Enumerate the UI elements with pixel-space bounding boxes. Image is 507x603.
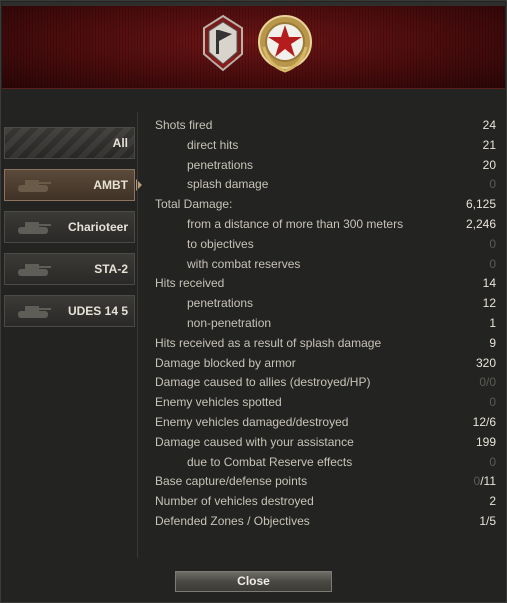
battle-results-window: All AMBT Charioteer STA-2 UDES 14 5 Shot…: [0, 0, 507, 603]
stat-label: Damage caused with your assistance: [155, 434, 354, 449]
divider: [137, 112, 138, 558]
sidebar-item-ambt[interactable]: AMBT: [4, 169, 142, 201]
sidebar-item-label: STA-2: [94, 262, 128, 276]
stat-value: 12: [482, 296, 496, 311]
stat-row: Damage caused to allies (destroyed/HP) 0/…: [155, 373, 496, 393]
stat-label: Defended Zones / Objectives: [155, 513, 310, 528]
stat-value: 199: [475, 434, 496, 449]
sidebar-item-label: UDES 14 5: [67, 304, 128, 318]
stat-value: 12/6: [472, 414, 496, 429]
stat-value: 14: [482, 276, 496, 291]
sidebar-item-all[interactable]: All: [4, 127, 135, 159]
stat-value: 0: [489, 177, 496, 192]
stat-value: 0: [489, 454, 496, 469]
shield-flag-badge-icon[interactable]: [198, 14, 248, 74]
stat-value: 21: [482, 137, 496, 152]
stat-value: 24: [482, 118, 496, 132]
stat-label: with combat reserves: [187, 256, 301, 271]
stats-table: Shots fired 24 direct hits 21 penetrations 20…: [155, 116, 496, 532]
stat-row: Total Damage: 6,125: [155, 195, 496, 215]
stat-value: 320: [475, 355, 496, 370]
stat-row: Base capture/defense points 0/11: [155, 472, 496, 492]
tank-icon: [15, 217, 53, 237]
stat-row: non-penetration 1: [155, 314, 496, 334]
stat-row: from a distance of more than 300 meters 2…: [155, 215, 496, 235]
sidebar-item-udes-14-5[interactable]: UDES 14 5: [4, 295, 135, 327]
close-button[interactable]: Close: [175, 571, 332, 592]
stat-label: Damage blocked by armor: [155, 355, 296, 370]
stat-label: Damage caused to allies (destroyed/HP): [155, 375, 371, 390]
stat-label: Enemy vehicles damaged/destroyed: [155, 414, 349, 429]
stat-row: to objectives 0: [155, 235, 496, 255]
stat-value: 0: [489, 256, 496, 271]
stat-label: Hits received as a result of splash dama…: [155, 335, 382, 350]
stat-label: penetrations: [187, 296, 254, 311]
tank-icon: [15, 175, 53, 195]
header-banner: [2, 2, 505, 89]
stat-row: penetrations 20: [155, 156, 496, 176]
stat-value: 1: [489, 315, 496, 330]
stat-value: 20: [482, 157, 496, 172]
stat-row: Enemy vehicles spotted 0: [155, 393, 496, 413]
stat-row: Shots fired 24: [155, 116, 496, 136]
stat-value: 1/5: [479, 513, 496, 528]
stat-label: Number of vehicles destroyed: [155, 494, 314, 509]
stat-value: 9: [489, 335, 496, 350]
stat-row: Defended Zones / Objectives 1/5: [155, 512, 496, 532]
sidebar-item-charioteer[interactable]: Charioteer: [4, 211, 135, 243]
stat-value: 2: [489, 494, 496, 509]
stat-row: penetrations 12: [155, 294, 496, 314]
vehicle-sidebar: All AMBT Charioteer STA-2 UDES 14 5: [4, 127, 142, 337]
stat-value: 6,125: [465, 197, 496, 212]
stat-label: due to Combat Reserve effects: [187, 454, 353, 469]
stat-label: Hits received: [155, 276, 225, 291]
stat-value: 2,246: [465, 216, 496, 231]
stat-label: penetrations: [187, 157, 254, 172]
stat-value: 0: [489, 395, 496, 410]
stat-row: Enemy vehicles damaged/destroyed 12/6: [155, 413, 496, 433]
stat-row: Hits received as a result of splash dama…: [155, 334, 496, 354]
stat-label: non-penetration: [187, 315, 272, 330]
stat-value: 0/11: [473, 474, 496, 489]
stat-label: Base capture/defense points: [155, 474, 308, 489]
stat-row: with combat reserves 0: [155, 255, 496, 275]
stat-label: splash damage: [187, 177, 269, 192]
stat-label: Enemy vehicles spotted: [155, 395, 282, 410]
tank-icon: [15, 259, 53, 279]
star-wreath-badge-icon[interactable]: [256, 13, 314, 75]
stat-row: Damage blocked by armor 320: [155, 354, 496, 374]
stat-row: due to Combat Reserve effects 0: [155, 453, 496, 473]
stat-row: Hits received 14: [155, 274, 496, 294]
sidebar-item-label: AMBT: [93, 178, 128, 192]
stat-row: splash damage 0: [155, 175, 496, 195]
sidebar-item-label: All: [112, 136, 128, 150]
stat-row: direct hits 21: [155, 136, 496, 156]
stat-value: 0/0: [479, 375, 496, 390]
sidebar-item-sta-2[interactable]: STA-2: [4, 253, 135, 285]
stat-label: from a distance of more than 300 meters: [187, 216, 404, 231]
stat-row: Damage caused with your assistance 199: [155, 433, 496, 453]
stat-label: to objectives: [187, 236, 254, 251]
sidebar-item-label: Charioteer: [67, 220, 128, 234]
title-bar: [2, 2, 505, 6]
stat-label: Total Damage:: [155, 197, 233, 212]
stat-label: direct hits: [187, 137, 239, 152]
stat-label: Shots fired: [155, 118, 213, 132]
stat-value: 0: [489, 236, 496, 251]
stat-row: Number of vehicles destroyed 2: [155, 492, 496, 512]
tank-icon: [15, 301, 53, 321]
